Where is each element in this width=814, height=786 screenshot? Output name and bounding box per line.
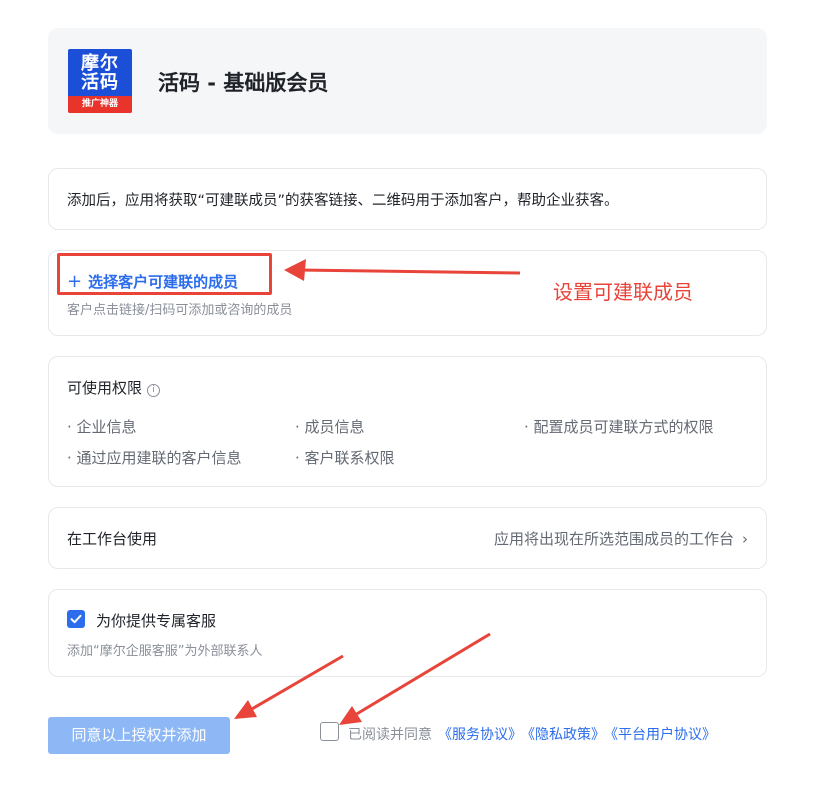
arrow-to-select-members (284, 259, 521, 281)
arrow-to-agree-checkbox (339, 632, 491, 725)
annotation-arrows (234, 259, 521, 725)
arrow-to-submit-button (234, 654, 344, 719)
